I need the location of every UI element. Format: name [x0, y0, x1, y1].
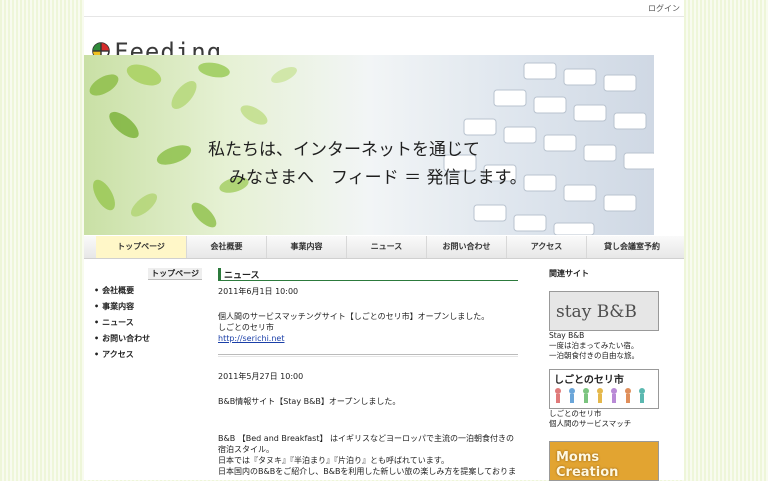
banner-shigoto-serichi[interactable]: しごとのセリ市 — [549, 369, 659, 409]
related-site-desc: 個人間のサービスマッチ — [549, 419, 632, 428]
news-body: 日本国内のB&Bをご紹介し、B&Bを利用した新しい旅の楽しみ方を提案しておりま — [218, 467, 516, 476]
news-body: しごとのセリ市 — [218, 323, 274, 332]
login-link[interactable]: ログイン — [648, 3, 680, 14]
nav-item-contact[interactable]: お問い合わせ — [427, 236, 507, 258]
news-body: B&B 【Bed and Breakfast】 はイギリスなどヨーロッパで主流の… — [218, 434, 515, 454]
news-title: ニュース — [218, 268, 518, 281]
related-heading: 関連サイト — [549, 269, 589, 278]
people-illustration — [555, 388, 645, 403]
nav-item-access[interactable]: アクセス — [507, 236, 587, 258]
banner-text: Moms Creation — [556, 450, 619, 480]
sidebar-item-news[interactable]: ニュース — [94, 317, 202, 328]
related-site-desc: 一度は泊まってみたい宿。 — [549, 341, 639, 350]
banner-text: しごとのセリ市 — [554, 375, 624, 386]
page: ログイン Feeding 私たちは、インターネットを通じて みなさまへ フィード… — [84, 0, 684, 481]
banner-stay-bnb[interactable]: stay B&B — [549, 291, 659, 331]
news-date: 2011年5月27日 10:00 — [218, 372, 304, 381]
nav-item-top[interactable]: トップページ — [96, 236, 187, 258]
related-site-desc: 一泊朝食付きの自由な旅。 — [549, 351, 639, 360]
news-body: 個人間のサービスマッチングサイト【しごとのセリ市】オープンしました。 — [218, 312, 490, 321]
related-site-name: しごとのセリ市 — [549, 409, 602, 418]
hero-tagline-line2: みなさまへ フィード ＝ 発信します。 — [229, 168, 527, 188]
news-body: 日本では『タヌキ』『半泊まり』『片泊り』とも呼ばれています。 — [218, 456, 449, 465]
news-date: 2011年6月1日 10:00 — [218, 287, 299, 296]
news-section: ニュース 2011年6月1日 10:00 個人間のサービスマッチングサイト【しご… — [218, 268, 518, 477]
hero-banner: 私たちは、インターネットを通じて みなさまへ フィード ＝ 発信します。 — [84, 55, 654, 235]
sidebar-heading: トップページ — [92, 268, 202, 280]
banner-text: stay B&B — [556, 302, 637, 322]
news-link[interactable]: http://serichi.net — [218, 333, 518, 344]
sidebar: トップページ 会社概要 事業内容 ニュース お問い合わせ アクセス — [92, 268, 202, 360]
news-body: B&B情報サイト【Stay B&B】オープンしました。 — [218, 397, 401, 406]
sidebar-item-access[interactable]: アクセス — [94, 349, 202, 360]
nav-item-business[interactable]: 事業内容 — [267, 236, 347, 258]
top-bar: ログイン — [84, 0, 684, 17]
nav-item-company[interactable]: 会社概要 — [187, 236, 267, 258]
related-site-name: Stay B&B — [549, 331, 585, 340]
banner-moms-creation[interactable]: Moms Creation — [549, 441, 659, 481]
nav-item-room-booking[interactable]: 貸し会議室予約 — [587, 236, 677, 258]
hero-tagline-line1: 私たちは、インターネットを通じて — [208, 140, 480, 160]
nav-item-news[interactable]: ニュース — [347, 236, 427, 258]
sidebar-item-company[interactable]: 会社概要 — [94, 285, 202, 296]
related-sites: 関連サイト stay B&B Stay B&B 一度は泊まってみたい宿。 一泊朝… — [549, 268, 669, 481]
divider — [218, 354, 518, 357]
main-nav: トップページ 会社概要 事業内容 ニュース お問い合わせ アクセス 貸し会議室予… — [84, 236, 684, 259]
logo[interactable]: Feeding — [84, 17, 684, 66]
sidebar-item-contact[interactable]: お問い合わせ — [94, 333, 202, 344]
sidebar-item-business[interactable]: 事業内容 — [94, 301, 202, 312]
sidebar-heading-label: トップページ — [148, 268, 202, 280]
